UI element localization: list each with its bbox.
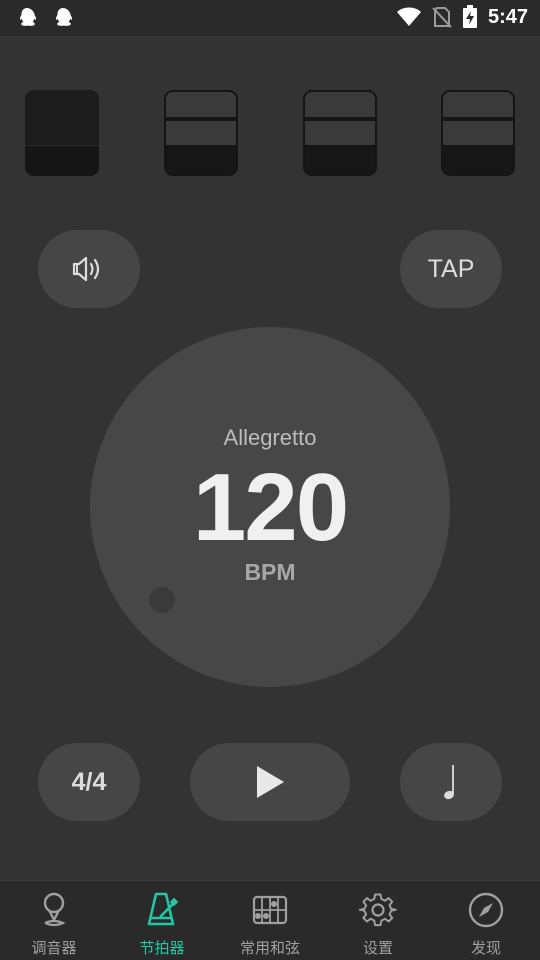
bottom-tab-bar: 调音器 节拍器 常用和弦 设置 发现 <box>0 880 540 960</box>
tab-label: 调音器 <box>31 940 77 957</box>
tab-label: 发现 <box>470 940 501 957</box>
beat-indicator-accent[interactable] <box>25 90 99 176</box>
quarter-note-icon <box>444 765 454 800</box>
wifi-icon <box>396 7 421 26</box>
play-icon <box>257 766 284 798</box>
dial-handle[interactable] <box>149 587 175 613</box>
tab-chords[interactable]: 常用和弦 <box>216 881 324 960</box>
compass-icon <box>468 892 504 928</box>
bpm-value: 120 <box>192 454 349 561</box>
beat-indicator[interactable] <box>164 90 238 176</box>
qq-icon <box>55 8 73 26</box>
bpm-unit-label: BPM <box>244 559 296 585</box>
gear-icon <box>358 893 397 927</box>
chord-chart-icon <box>252 895 288 925</box>
tempo-dial[interactable]: Allegretto 120 BPM <box>90 327 450 687</box>
tab-discover[interactable]: 发现 <box>432 881 540 960</box>
beat-indicator-row <box>25 90 515 176</box>
battery-charging-icon <box>462 5 477 28</box>
tempo-marking: Allegretto <box>223 425 317 450</box>
qq-icon <box>19 8 37 26</box>
status-bar: 5:47 <box>0 0 540 36</box>
note-value-button[interactable] <box>400 743 502 821</box>
tab-label: 节拍器 <box>139 940 185 957</box>
tab-label: 常用和弦 <box>239 940 300 957</box>
time-signature-button[interactable]: 4/4 <box>38 743 140 821</box>
tap-tempo-button[interactable]: TAP <box>400 230 502 308</box>
tab-metronome[interactable]: 节拍器 <box>108 881 216 960</box>
speaker-icon <box>72 256 100 282</box>
no-sim-icon <box>432 7 452 28</box>
tab-label: 设置 <box>362 940 393 957</box>
tuner-pin-icon <box>43 892 66 927</box>
beat-indicator[interactable] <box>303 90 377 176</box>
sound-toggle-button[interactable] <box>38 230 140 308</box>
beat-indicator[interactable] <box>441 90 515 176</box>
play-button[interactable] <box>190 743 350 821</box>
status-time: 5:47 <box>487 5 528 28</box>
metronome-icon <box>147 892 179 926</box>
tab-settings[interactable]: 设置 <box>324 881 432 960</box>
tab-tuner[interactable]: 调音器 <box>0 881 108 960</box>
